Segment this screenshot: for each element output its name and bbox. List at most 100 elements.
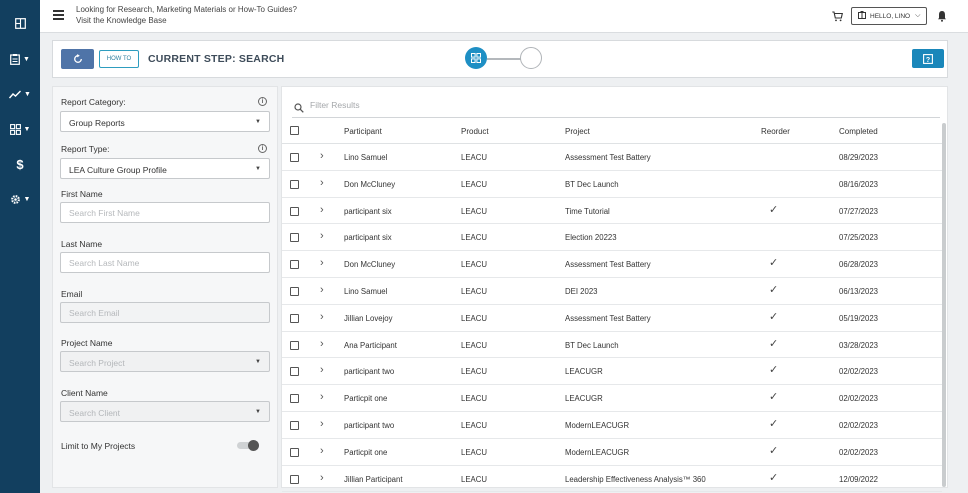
row-checkbox[interactable] <box>290 153 299 162</box>
row-checkbox[interactable] <box>290 367 299 377</box>
row-checkbox[interactable] <box>290 179 299 189</box>
chevron-right-icon[interactable]: › <box>320 338 324 350</box>
chevron-right-icon[interactable]: › <box>320 391 324 403</box>
chevron-right-icon[interactable]: › <box>320 150 324 162</box>
table-row[interactable]: › Lino Samuel LEACU DEI 2023 ✓ 06/13/2023 <box>282 278 942 305</box>
table-row[interactable]: › Don McCluney LEACU BT Dec Launch 08/16/202… <box>282 171 942 198</box>
table-row[interactable]: › Jillian Lovejoy LEACU Assessment Test Bat… <box>282 305 942 332</box>
bell-icon[interactable] <box>937 9 947 27</box>
row-checkbox[interactable] <box>290 421 299 430</box>
report-category-value: Group Reports <box>69 118 125 128</box>
column-product[interactable]: Product <box>461 127 489 136</box>
table-row[interactable]: › participant six LEACU Time Tutorial ✓ 07/27… <box>282 198 942 225</box>
client-name-select[interactable]: Search Client ▼ <box>60 401 270 422</box>
row-checkbox[interactable] <box>290 340 299 350</box>
select-all-checkbox[interactable] <box>290 126 299 135</box>
project-cell: LEACUGR <box>565 367 603 377</box>
cart-icon[interactable] <box>832 9 843 27</box>
row-checkbox[interactable] <box>290 233 299 243</box>
table-row[interactable]: › Jillian Participant LEACU Leadership Effe… <box>282 466 942 493</box>
row-checkbox[interactable] <box>290 206 299 216</box>
column-participant[interactable]: Participant <box>344 127 382 136</box>
report-type-select[interactable]: LEA Culture Group Profile ▼ <box>60 158 270 179</box>
completed-cell: 08/29/2023 <box>839 153 879 162</box>
project-name-select[interactable]: Search Project ▼ <box>60 351 270 372</box>
dropdown-arrow-icon: ▼ <box>255 359 261 365</box>
row-checkbox[interactable] <box>290 287 299 296</box>
table-row[interactable]: › Lino Samuel LEACU Assessment Test Battery… <box>282 144 942 171</box>
project-cell: Assessment Test Battery <box>565 153 651 162</box>
results-scrollbar[interactable] <box>942 123 946 487</box>
participant-cell: Don McCluney <box>344 179 396 189</box>
step-next-indicator[interactable] <box>520 47 542 69</box>
chevron-right-icon[interactable]: › <box>320 230 324 242</box>
completed-cell: 06/28/2023 <box>839 260 879 270</box>
knowledge-base-link[interactable]: Visit the Knowledge Base <box>76 16 167 25</box>
chevron-right-icon[interactable]: › <box>320 445 324 457</box>
top-bar: Looking for Research, Marketing Material… <box>40 0 968 33</box>
chevron-right-icon[interactable]: › <box>320 257 324 269</box>
last-name-input[interactable] <box>60 252 270 273</box>
analytics-icon[interactable]: ▼ <box>0 83 40 105</box>
info-icon[interactable]: i <box>258 97 267 106</box>
chevron-right-icon[interactable]: › <box>320 204 324 216</box>
search-filters-panel: Report Category: i Group Reports ▼ Repor… <box>52 86 278 488</box>
row-checkbox[interactable] <box>290 474 299 484</box>
completed-cell: 02/02/2023 <box>839 447 879 457</box>
row-checkbox[interactable] <box>290 394 299 404</box>
table-row[interactable]: › participant six LEACU Election 20223 07/25… <box>282 224 942 252</box>
chevron-right-icon[interactable]: › <box>320 418 324 430</box>
menu-icon[interactable] <box>53 10 64 20</box>
project-cell: ModernLEACUGR <box>565 421 630 430</box>
project-cell: Leadership Effectiveness Analysis™ 360 <box>565 474 706 484</box>
limit-to-projects-toggle[interactable] <box>237 440 259 451</box>
dashboard-icon[interactable] <box>0 12 40 34</box>
apps-icon[interactable]: ▼ <box>0 118 40 140</box>
completed-cell: 03/28/2023 <box>839 340 879 350</box>
table-row[interactable]: › Don McCluney LEACU Assessment Test Batter… <box>282 251 942 278</box>
chevron-right-icon[interactable]: › <box>320 284 324 296</box>
completed-cell: 07/27/2023 <box>839 206 879 216</box>
column-completed[interactable]: Completed <box>839 127 878 136</box>
table-row[interactable]: › participant two LEACU LEACUGR ✓ 02/02/2023 <box>282 358 942 386</box>
product-cell: LEACU <box>461 421 487 430</box>
user-menu-button[interactable]: HELLO, LINO ⌵ <box>851 7 927 25</box>
filter-results-bar <box>292 96 940 118</box>
product-cell: LEACU <box>461 153 487 162</box>
product-cell: LEACU <box>461 313 487 323</box>
row-checkbox[interactable] <box>290 447 299 457</box>
chevron-right-icon[interactable]: › <box>320 311 324 323</box>
column-project[interactable]: Project <box>565 127 590 136</box>
completed-cell: 02/02/2023 <box>839 367 879 377</box>
table-row[interactable]: › Ana Participant LEACU BT Dec Launch ✓ 03/28… <box>282 332 942 359</box>
completed-cell: 12/09/2022 <box>839 474 879 484</box>
help-button[interactable]: ? <box>912 49 944 68</box>
refresh-button[interactable] <box>61 49 94 69</box>
report-category-select[interactable]: Group Reports ▼ <box>60 111 270 132</box>
how-to-button[interactable]: HOW TO <box>99 50 139 68</box>
email-input[interactable] <box>60 302 270 323</box>
row-checkbox[interactable] <box>290 260 299 270</box>
reports-icon[interactable]: ▼ <box>0 48 40 70</box>
last-name-label: Last Name <box>61 239 103 249</box>
column-reorder[interactable]: Reorder <box>761 127 790 136</box>
first-name-input[interactable] <box>60 202 270 223</box>
table-row[interactable]: › Particpit one LEACU LEACUGR ✓ 02/02/2023 <box>282 385 942 412</box>
row-checkbox[interactable] <box>290 313 299 323</box>
limit-to-projects-label: Limit to My Projects <box>61 441 136 451</box>
chevron-right-icon[interactable]: › <box>320 364 324 376</box>
settings-icon[interactable]: ▼ <box>0 188 40 210</box>
checkmark-icon: ✓ <box>769 471 779 484</box>
dollar-icon[interactable]: $ <box>0 153 40 175</box>
product-cell: LEACU <box>461 367 487 377</box>
chevron-right-icon[interactable]: › <box>320 472 324 484</box>
step-search-indicator[interactable] <box>465 47 487 69</box>
info-icon[interactable]: i <box>258 144 267 153</box>
checkmark-icon: ✓ <box>769 257 779 270</box>
chevron-right-icon[interactable]: › <box>320 177 324 189</box>
table-row[interactable]: › participant two LEACU ModernLEACUGR ✓ 02/02… <box>282 412 942 439</box>
table-row[interactable]: › Particpit one LEACU ModernLEACUGR ✓ 02/02/2… <box>282 439 942 466</box>
project-cell: DEI 2023 <box>565 287 598 296</box>
participant-cell: participant two <box>344 421 395 430</box>
filter-results-input[interactable] <box>310 100 710 110</box>
